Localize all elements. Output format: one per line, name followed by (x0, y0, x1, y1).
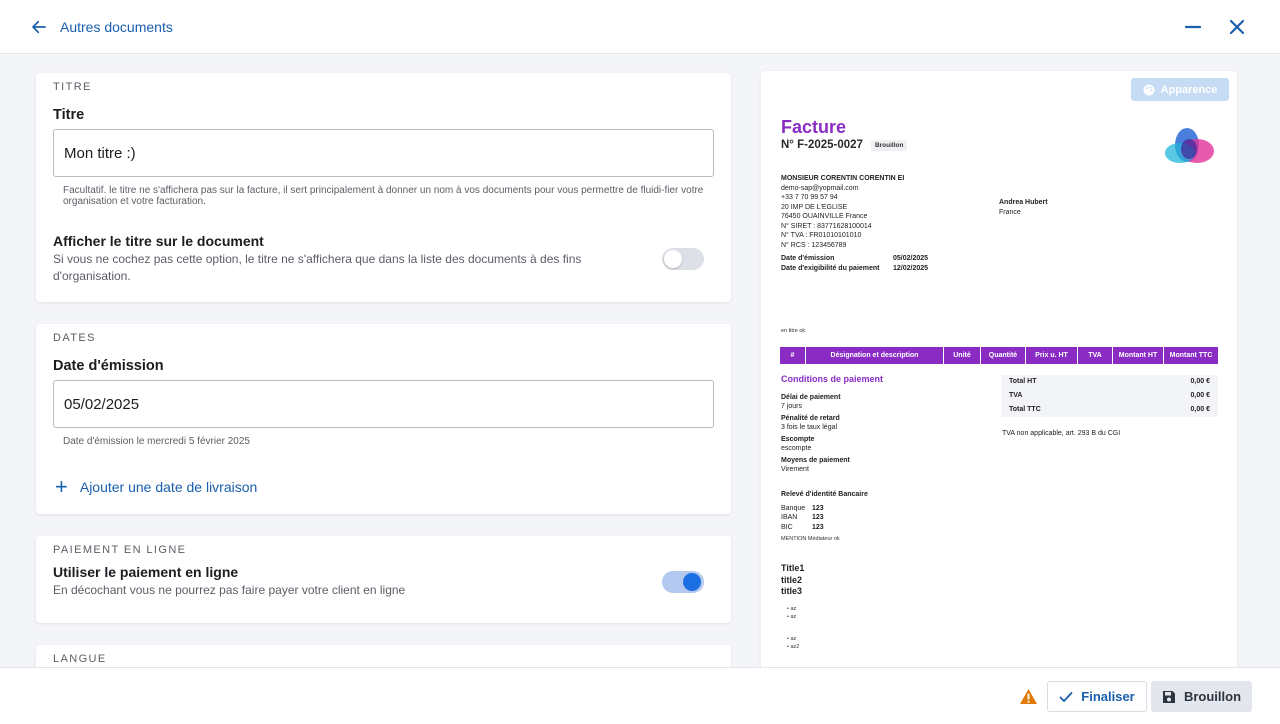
table-header-cell: Désignation et description (806, 347, 944, 364)
date-emission-input[interactable]: 05/02/2025 (53, 380, 714, 428)
date-emission-label: Date d'émission (53, 358, 164, 374)
plus-icon: + (55, 474, 68, 499)
total-row: TVA 0,00 € (1001, 389, 1218, 403)
titre-field-label: Titre (53, 107, 85, 123)
invoice-table-header: # Désignation et description Unité Quant… (780, 347, 1218, 364)
form-column: TITRE Titre Mon titre :) Facultatif. le … (36, 73, 731, 707)
brouillon-label: Brouillon (1183, 689, 1242, 704)
close-icon (1229, 19, 1245, 35)
dates-card: DATES Date d'émission 05/02/2025 Date d'… (36, 324, 731, 514)
table-header-cell: Montant TTC (1169, 352, 1213, 359)
close-button[interactable] (1224, 14, 1250, 40)
paiement-desc: En décochant vous ne pourrez pas faire p… (53, 583, 406, 597)
status-badge: Brouillon (870, 139, 908, 151)
titre-help-text: Facultatif. le titre ne s'affichera pas … (63, 185, 704, 207)
client-block: Andrea Hubert France (999, 199, 1048, 216)
finaliser-label: Finaliser (1081, 689, 1135, 704)
paiement-row: Utiliser le paiement en ligne En décocha… (53, 564, 714, 599)
afficher-titre-title: Afficher le titre sur le document (53, 233, 264, 249)
tva-note: TVA non applicable, art. 293 B du CGI (1002, 430, 1121, 437)
paiement-section-label: PAIEMENT EN LIGNE (53, 544, 187, 556)
back-link[interactable]: Autres documents (30, 18, 173, 36)
bank-details: Relevé d'identité Bancaire Banque 123 IBA… (781, 491, 868, 531)
total-row: Total HT 0,00 € (1001, 375, 1218, 389)
top-bar: Autres documents (0, 0, 1280, 54)
finaliser-button[interactable]: Finaliser (1047, 681, 1147, 712)
palette-icon (1143, 84, 1155, 95)
footer-bar: Finaliser Brouillon (0, 667, 1280, 724)
invoice-title: Facture (781, 117, 847, 137)
paiement-title: Utiliser le paiement en ligne (53, 564, 239, 580)
payment-conditions: Conditions de paiement Délai de paiement… (781, 374, 884, 473)
table-header-cell: # (780, 347, 806, 364)
seller-block: MONSIEUR CORENTIN CORENTIN EI demo-sap@y… (781, 175, 905, 249)
afficher-titre-desc: Si vous ne cochez pas cette option, le t… (53, 252, 582, 283)
table-header-cell: Prix u. HT (1026, 347, 1078, 364)
paiement-card: PAIEMENT EN LIGNE Utiliser le paiement e… (36, 536, 731, 623)
titre-card: TITRE Titre Mon titre :) Facultatif. le … (36, 73, 731, 302)
invoice-number: N° F-2025-0027 Brouillon (781, 139, 908, 151)
afficher-titre-toggle[interactable] (662, 248, 704, 270)
add-delivery-date-button[interactable]: + Ajouter une date de livraison (53, 474, 714, 499)
invoice-totals: Total HT 0,00 € TVA 0,00 € Total TTC 0,00 € (1001, 375, 1218, 417)
table-header-cell: TVA (1078, 347, 1113, 364)
titre-section-label: TITRE (53, 81, 92, 93)
afficher-titre-row: Afficher le titre sur le document Si vou… (53, 233, 714, 285)
appearance-button[interactable]: Apparence (1131, 78, 1229, 101)
minimize-button[interactable] (1180, 14, 1206, 40)
mention-text: MENTION Médiateur ok (781, 536, 840, 542)
table-header-cell: Quantité (981, 347, 1026, 364)
table-header-cell: Montant HT (1113, 347, 1164, 364)
table-header-cell: Unité (944, 347, 981, 364)
brouillon-button[interactable]: Brouillon (1151, 681, 1252, 712)
custom-headings: Title1 title2 title3 (781, 563, 805, 596)
back-link-label: Autres documents (60, 18, 173, 35)
check-icon (1059, 691, 1073, 702)
appearance-label: Apparence (1160, 83, 1218, 96)
date-emission-help: Date d'émission le mercredi 5 février 20… (63, 436, 250, 447)
arrow-left-icon (32, 20, 46, 33)
total-row: Total TTC 0,00 € (1001, 403, 1218, 417)
invoice-subtitle: en titre ok (781, 328, 806, 334)
dates-section-label: DATES (53, 332, 96, 344)
save-icon (1162, 690, 1175, 703)
invoice-preview: Apparence Facture N° F-2025-0027 Brouill… (761, 71, 1237, 671)
paiement-toggle[interactable] (662, 570, 704, 593)
add-delivery-date-label: Ajouter une date de livraison (79, 479, 258, 495)
warning-icon[interactable] (1019, 688, 1038, 705)
company-logo-icon (1165, 128, 1214, 163)
invoice-dates: Date d'émission 05/02/2025 Date d'exigibi… (781, 255, 929, 272)
minimize-icon (1184, 25, 1202, 29)
custom-bullets: • az • az • az • az2 (787, 606, 800, 650)
titre-input[interactable]: Mon titre :) (53, 129, 714, 177)
